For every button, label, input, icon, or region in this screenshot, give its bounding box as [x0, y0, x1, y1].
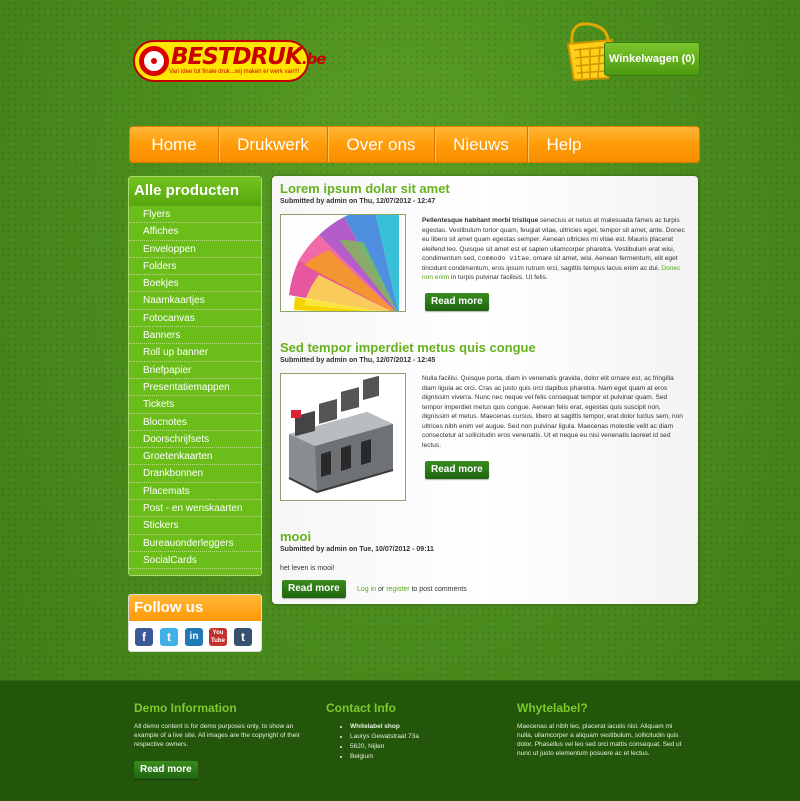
- sidebar-title: Alle producten: [129, 177, 261, 205]
- color-fan-image: [281, 203, 405, 315]
- nav-drukwerk[interactable]: Drukwerk: [219, 127, 328, 162]
- sidebar-list: Flyers Affiches Enveloppen Folders Boekjes Na…: [129, 205, 261, 576]
- read-more-button[interactable]: Read more: [425, 461, 489, 479]
- sidebar-item-stickers[interactable]: Stickers: [129, 517, 261, 535]
- contact-city: 5620, Nijlen: [350, 742, 486, 752]
- sidebar-item-naamkaartjes[interactable]: Naamkaartjes: [129, 292, 261, 310]
- footer-whytelabel-title: Whytelabel?: [517, 701, 588, 715]
- facebook-icon[interactable]: f: [135, 628, 153, 646]
- footer-whytelabel-text: Maecenas at nibh leo, placerat iaculis n…: [517, 723, 682, 757]
- tumblr-icon[interactable]: t: [234, 628, 252, 646]
- nav-over-ons[interactable]: Over ons: [328, 127, 435, 162]
- footer-whytelabel: Whytelabel? Maecenas at nibh leo, placer…: [517, 701, 689, 758]
- sidebar-item-bureauonderleggers[interactable]: Bureauonderleggers: [129, 534, 261, 552]
- footer-read-more-button[interactable]: Read more: [134, 761, 198, 779]
- post-meta: Submitted by admin on Tue, 10/07/2012 - …: [280, 546, 434, 553]
- sidebar-item-folders[interactable]: Folders: [129, 257, 261, 276]
- twitter-icon[interactable]: t: [160, 628, 178, 646]
- linkedin-icon[interactable]: in: [185, 628, 203, 646]
- sidebar-item-roll-up-banner[interactable]: Roll up banner: [129, 344, 261, 362]
- sidebar-item-drankbonnen[interactable]: Drankbonnen: [129, 465, 261, 483]
- sidebar-item-blocnotes[interactable]: Blocnotes: [129, 413, 261, 431]
- post-title[interactable]: mooi: [280, 529, 311, 544]
- footer-contact-info: Contact Info Whitelabel shop Laurys Gewa…: [326, 701, 486, 762]
- logo-wordmark: BESTDRUK.be: [171, 44, 326, 70]
- sidebar-item-tickets[interactable]: Tickets: [129, 396, 261, 414]
- sidebar-item-affiches[interactable]: Affiches: [129, 223, 261, 241]
- post-title[interactable]: Sed tempor imperdiet metus quis congue: [280, 340, 536, 355]
- footer-demo-text: All demo content is for demo purposes on…: [134, 723, 300, 748]
- sidebar-item-flyers[interactable]: Flyers: [129, 206, 261, 224]
- sidebar-item-boekjes[interactable]: Boekjes: [129, 275, 261, 293]
- footer-contact-list: Whitelabel shop Laurys Gewatstraat 73a 5…: [326, 722, 486, 762]
- post-image-color-fan[interactable]: [280, 203, 406, 315]
- post-body: het leven is mooi!: [280, 565, 335, 572]
- sidebar-item-socialcards[interactable]: SocialCards: [129, 551, 261, 570]
- contact-company: Whitelabel shop: [350, 722, 486, 732]
- site-logo[interactable]: BESTDRUK.be Van idee tot finale druk...w…: [133, 40, 326, 82]
- nav-nieuws[interactable]: Nieuws: [435, 127, 528, 162]
- post-body: Pellentesque habitant morbi tristique se…: [422, 217, 685, 281]
- footer-demo-title: Demo Information: [134, 701, 237, 715]
- footer-demo-info: Demo Information All demo content is for…: [134, 701, 309, 779]
- read-more-button[interactable]: Read more: [282, 580, 346, 598]
- product-sidebar: Alle producten Flyers Affiches Enveloppen F…: [128, 176, 262, 577]
- footer: Demo Information All demo content is for…: [0, 680, 800, 801]
- logo-tagline: Van idee tot finale druk...wij maken er …: [169, 69, 300, 75]
- sidebar-item-briefpapier[interactable]: Briefpapier: [129, 361, 261, 379]
- sidebar-item-groetenkaarten[interactable]: Groetenkaarten: [129, 448, 261, 466]
- contact-street: Laurys Gewatstraat 73a: [350, 732, 486, 742]
- comment-prompt: Log in or register to post comments: [357, 586, 467, 593]
- post-body: Nulla facilisi. Quisque porta, diam in v…: [422, 375, 683, 449]
- sidebar-item-doorschrijfsets[interactable]: Doorschrijfsets: [129, 430, 261, 449]
- cart-button[interactable]: Winkelwagen (0): [604, 42, 700, 76]
- post-title[interactable]: Lorem ipsum dolar sit amet: [280, 181, 450, 196]
- follow-title: Follow us: [129, 595, 261, 621]
- login-link[interactable]: Log in: [357, 586, 376, 593]
- youtube-icon[interactable]: You Tube: [209, 628, 227, 646]
- sidebar-item-post-en-wenskaarten[interactable]: Post - en wenskaarten: [129, 500, 261, 518]
- nav-home[interactable]: Home: [130, 127, 219, 162]
- contact-country: Belgium: [350, 752, 486, 762]
- sidebar-item-placemats[interactable]: Placemats: [129, 482, 261, 501]
- footer-contact-title: Contact Info: [326, 701, 396, 715]
- follow-us-box: Follow us f t in You Tube t: [128, 594, 262, 652]
- nav-help[interactable]: Help: [528, 127, 600, 162]
- logo-target-icon: [139, 46, 169, 76]
- sidebar-item-banners[interactable]: Banners: [129, 327, 261, 345]
- post-meta: Submitted by admin on Thu, 12/07/2012 - …: [280, 198, 436, 205]
- sidebar-item-fotocanvas[interactable]: Fotocanvas: [129, 309, 261, 328]
- sidebar-item-presentatiemappen[interactable]: Presentatiemappen: [129, 378, 261, 397]
- main-content: Lorem ipsum dolar sit amet Submitted by …: [272, 176, 698, 604]
- main-nav: Home Drukwerk Over ons Nieuws Help: [129, 126, 700, 163]
- register-link[interactable]: register: [386, 586, 409, 593]
- post-meta: Submitted by admin on Thu, 12/07/2012 - …: [280, 357, 436, 364]
- read-more-button[interactable]: Read more: [425, 293, 489, 311]
- printing-press-image: [281, 374, 405, 500]
- sidebar-item-enveloppen[interactable]: Enveloppen: [129, 240, 261, 258]
- post-image-printing-press[interactable]: [280, 373, 406, 501]
